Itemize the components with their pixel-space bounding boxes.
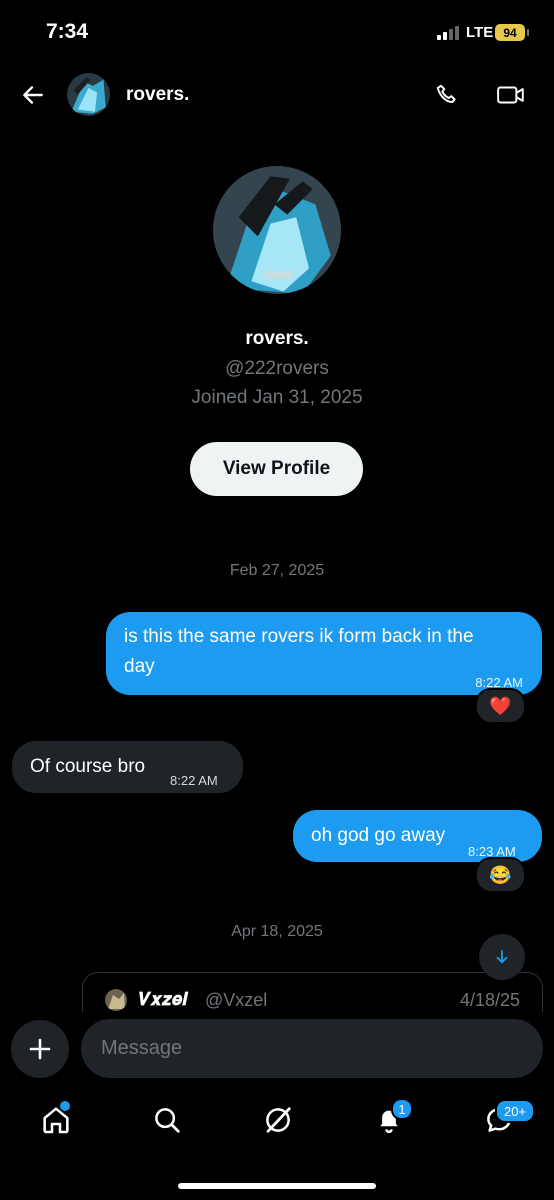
quoted-post-avatar <box>105 989 127 1011</box>
home-indicator <box>178 1183 376 1189</box>
arrow-down-icon <box>496 950 508 964</box>
home-unread-dot <box>60 1101 70 1111</box>
tab-search[interactable] <box>137 1090 197 1150</box>
reaction-heart[interactable]: ❤️ <box>475 688 526 724</box>
add-attachment-button[interactable] <box>11 1020 69 1078</box>
battery-icon: 94 <box>495 24 529 41</box>
network-type: LTE <box>466 24 494 41</box>
date-separator: Apr 18, 2025 <box>231 923 323 940</box>
messages-badge: 20+ <box>495 1099 535 1123</box>
tab-messages[interactable]: 20+ <box>469 1090 535 1150</box>
video-call-button[interactable] <box>494 78 528 112</box>
header-name[interactable]: rovers. <box>126 84 189 106</box>
status-time: 7:34 <box>46 20 89 43</box>
message-bubble-outgoing[interactable]: oh god go away 8:23 AM <box>293 810 542 862</box>
quoted-post-author: 𝑽𝒙𝒛𝒆𝒍 <box>139 989 188 1010</box>
message-text: Of course bro <box>30 756 146 777</box>
message-bubble-incoming[interactable]: Of course bro 8:22 AM <box>12 741 243 793</box>
cellular-signal-icon <box>437 26 459 40</box>
battery-level: 94 <box>503 25 517 40</box>
video-icon <box>497 86 524 104</box>
message-timestamp: 8:22 AM <box>170 773 218 788</box>
profile-joined-date: Joined Jan 31, 2025 <box>191 387 363 408</box>
plus-icon <box>29 1038 51 1060</box>
quoted-post-handle: @Vxzel <box>205 990 268 1010</box>
phone-icon <box>436 84 456 104</box>
profile-name: rovers. <box>245 328 309 349</box>
header-avatar[interactable] <box>67 73 110 116</box>
grok-icon <box>266 1107 291 1133</box>
message-input[interactable] <box>81 1019 543 1078</box>
message-text: oh god go away <box>311 825 446 846</box>
back-button[interactable] <box>16 78 50 112</box>
tab-grok[interactable] <box>248 1090 308 1150</box>
call-button[interactable] <box>430 78 464 112</box>
arrow-left-icon <box>23 86 43 104</box>
search-icon <box>155 1108 180 1133</box>
profile-handle: @222rovers <box>225 358 329 379</box>
reaction-laugh[interactable]: 😂 <box>475 857 526 893</box>
message-bubble-outgoing[interactable]: is this the same rovers ik form back in … <box>106 612 542 695</box>
message-text: is this the same rovers ik form back in … <box>124 626 474 677</box>
scroll-to-bottom-button[interactable] <box>479 934 525 980</box>
tab-home[interactable] <box>26 1090 86 1150</box>
tab-notifications[interactable]: 1 <box>359 1090 419 1150</box>
view-profile-button[interactable]: View Profile <box>190 442 363 496</box>
profile-avatar[interactable] <box>213 166 341 294</box>
notifications-badge: 1 <box>391 1098 413 1120</box>
quoted-post-date: 4/18/25 <box>459 990 520 1010</box>
date-separator: Feb 27, 2025 <box>229 562 325 579</box>
